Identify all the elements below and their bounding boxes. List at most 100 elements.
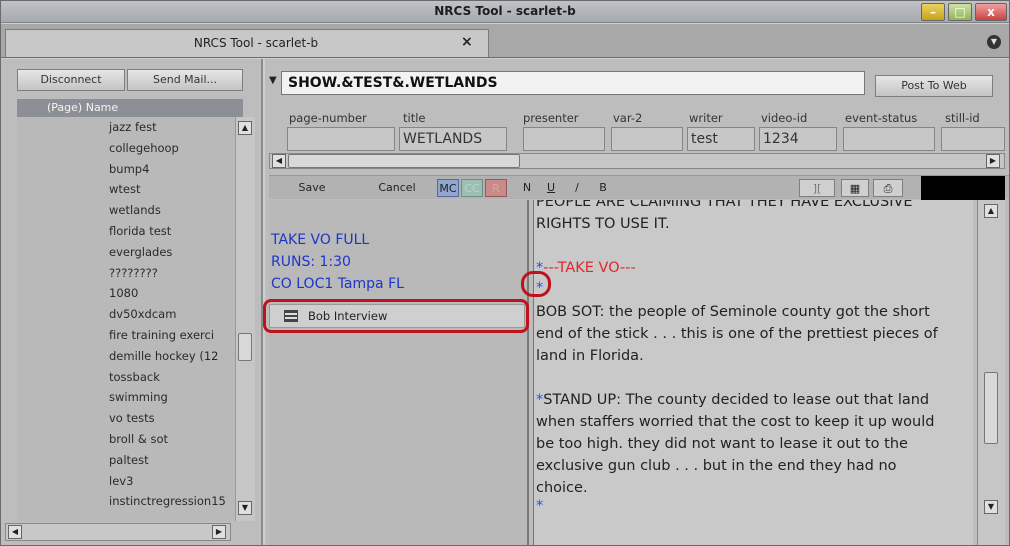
send-mail-button[interactable]: Send Mail... xyxy=(127,69,243,91)
maximize-button[interactable]: □ xyxy=(948,3,972,21)
field-still-id[interactable] xyxy=(941,127,1005,151)
marker-asterisk[interactable]: * xyxy=(536,498,543,514)
field-label-still-id: still-id xyxy=(945,111,980,125)
list-item[interactable]: paltest xyxy=(17,450,235,471)
highlight-cue-row xyxy=(263,299,529,333)
script-line: choice. xyxy=(536,480,588,496)
list-item[interactable]: tossback xyxy=(17,367,235,388)
list-item[interactable]: fire training exerci xyxy=(17,325,235,346)
script-line: *---TAKE VO--- xyxy=(536,260,636,276)
list-column-header[interactable]: (Page) Name xyxy=(17,99,243,117)
script-scroll-up-icon[interactable]: ▲ xyxy=(984,204,998,218)
script-scroll-thumb[interactable] xyxy=(984,372,998,444)
close-window-button[interactable]: x xyxy=(975,3,1007,21)
normal-text-button[interactable]: N xyxy=(517,179,537,197)
list-item[interactable]: 1080 xyxy=(17,283,235,304)
list-item[interactable]: vo tests xyxy=(17,408,235,429)
cue-column: TAKE VO FULL RUNS: 1:30 CO LOC1 Tampa FL… xyxy=(269,200,529,545)
field-video-id[interactable]: 1234 xyxy=(759,127,837,151)
list-horizontal-scrollbar[interactable]: ◀ ▶ xyxy=(5,523,231,541)
fields-scroll-left-icon[interactable]: ◀ xyxy=(272,154,286,168)
script-text-area[interactable]: PEOPLE ARE CLAIMING THAT THEY HAVE EXCLU… xyxy=(533,200,973,545)
save-button[interactable]: Save xyxy=(285,179,339,197)
field-label-title: title xyxy=(403,111,426,125)
disconnect-button[interactable]: Disconnect xyxy=(17,69,125,91)
list-item[interactable]: wtest xyxy=(17,179,235,200)
field-label-video-id: video-id xyxy=(761,111,808,125)
tab-nrcs-tool[interactable]: NRCS Tool - scarlet-b × xyxy=(5,29,489,57)
script-scroll-down-icon[interactable]: ▼ xyxy=(984,500,998,514)
list-item[interactable]: ???????? xyxy=(17,263,235,284)
tab-label: NRCS Tool - scarlet-b xyxy=(193,36,319,50)
record-button[interactable]: R xyxy=(485,179,507,197)
title-bar: NRCS Tool - scarlet-b – □ x xyxy=(1,1,1009,23)
script-line: end of the stick . . . this is one of th… xyxy=(536,326,938,342)
mc-button[interactable]: MC xyxy=(437,179,459,197)
list-item[interactable]: instinctregression15 xyxy=(17,491,235,512)
app-window: NRCS Tool - scarlet-b – □ x NRCS Tool - … xyxy=(0,0,1010,546)
field-label-event-status: event-status xyxy=(845,111,918,125)
field-var-2[interactable] xyxy=(611,127,683,151)
scroll-left-icon[interactable]: ◀ xyxy=(8,525,22,539)
cue-take-vo[interactable]: TAKE VO FULL xyxy=(271,232,369,248)
list-item[interactable]: lev3 xyxy=(17,471,235,492)
cue-location[interactable]: CO LOC1 Tampa FL xyxy=(271,276,404,292)
list-item[interactable]: demille hockey (12 xyxy=(17,346,235,367)
list-item[interactable]: broll & sot xyxy=(17,429,235,450)
scroll-thumb[interactable] xyxy=(238,333,252,361)
list-item[interactable]: collegehoop xyxy=(17,138,235,159)
script-line: RIGHTS TO USE IT. xyxy=(536,216,670,232)
field-label-page-number: page-number xyxy=(289,111,367,125)
script-vertical-scrollbar[interactable]: ▲ ▼ xyxy=(977,200,1005,545)
field-label-var-2: var-2 xyxy=(613,111,643,125)
field-writer[interactable]: test xyxy=(687,127,755,151)
field-page-number[interactable] xyxy=(287,127,395,151)
list-item[interactable]: florida test xyxy=(17,221,235,242)
script-line: BOB SOT: the people of Seminole county g… xyxy=(536,304,930,320)
take-vo-text: ---TAKE VO--- xyxy=(543,260,636,276)
list-vertical-scrollbar[interactable]: ▲ ▼ xyxy=(235,117,255,521)
split-icon[interactable]: ][ xyxy=(799,179,835,197)
tab-close-icon[interactable]: × xyxy=(461,34,473,50)
field-presenter[interactable] xyxy=(523,127,605,151)
list-item[interactable]: bump4 xyxy=(17,159,235,180)
fields-scroll-right-icon[interactable]: ▶ xyxy=(986,154,1000,168)
scroll-right-icon[interactable]: ▶ xyxy=(212,525,226,539)
underline-button[interactable]: U xyxy=(541,179,561,197)
list-item[interactable]: swimming xyxy=(17,387,235,408)
story-list: jazz fest collegehoop bump4 wtest wetlands fl… xyxy=(17,117,235,521)
post-to-web-button[interactable]: Post To Web xyxy=(875,75,993,97)
panel-menu-icon[interactable]: ▼ xyxy=(987,35,1001,49)
cc-button[interactable]: CC xyxy=(461,179,483,197)
script-line-top: PEOPLE ARE CLAIMING THAT THEY HAVE EXCLU… xyxy=(536,200,913,210)
list-item[interactable]: wetlands xyxy=(17,200,235,221)
field-event-status[interactable] xyxy=(843,127,935,151)
italic-button[interactable]: / xyxy=(567,179,587,197)
field-label-writer: writer xyxy=(689,111,723,125)
bold-button[interactable]: B xyxy=(593,179,613,197)
field-title[interactable]: WETLANDS xyxy=(399,127,507,151)
window-title: NRCS Tool - scarlet-b xyxy=(434,4,576,18)
script-line: land in Florida. xyxy=(536,348,644,364)
list-item[interactable]: jazz fest xyxy=(17,117,235,138)
fields-scroll-thumb[interactable] xyxy=(288,154,520,168)
list-item[interactable]: everglades xyxy=(17,242,235,263)
list-item[interactable]: dv50xdcam xyxy=(17,304,235,325)
preview-box xyxy=(921,176,1005,200)
print-icon[interactable]: ⎙ xyxy=(873,179,903,197)
tab-bar: NRCS Tool - scarlet-b × ▼ xyxy=(1,24,1009,58)
minimize-button[interactable]: – xyxy=(921,3,945,21)
scroll-up-icon[interactable]: ▲ xyxy=(238,121,252,135)
story-list-pane: Disconnect Send Mail... (Page) Name jazz… xyxy=(1,59,263,545)
cancel-button[interactable]: Cancel xyxy=(361,179,433,197)
cue-runs[interactable]: RUNS: 1:30 xyxy=(271,254,351,270)
fields-horizontal-scrollbar[interactable]: ◀ ▶ xyxy=(269,153,1005,169)
collapse-triangle-icon[interactable]: ▼ xyxy=(269,75,277,86)
editor-toolbar: Save Cancel MC CC R N U / B ][ ▦ ⎙ xyxy=(269,175,1009,200)
script-line: *STAND UP: The county decided to lease o… xyxy=(536,392,929,408)
script-line: when staffers worried that the cost to k… xyxy=(536,414,935,430)
keyboard-icon[interactable]: ▦ xyxy=(841,179,869,197)
story-slug-field[interactable]: SHOW.&TEST&.WETLANDS xyxy=(281,71,865,95)
scroll-down-icon[interactable]: ▼ xyxy=(238,501,252,515)
script-line: be too high. they did not want to lease … xyxy=(536,436,908,452)
